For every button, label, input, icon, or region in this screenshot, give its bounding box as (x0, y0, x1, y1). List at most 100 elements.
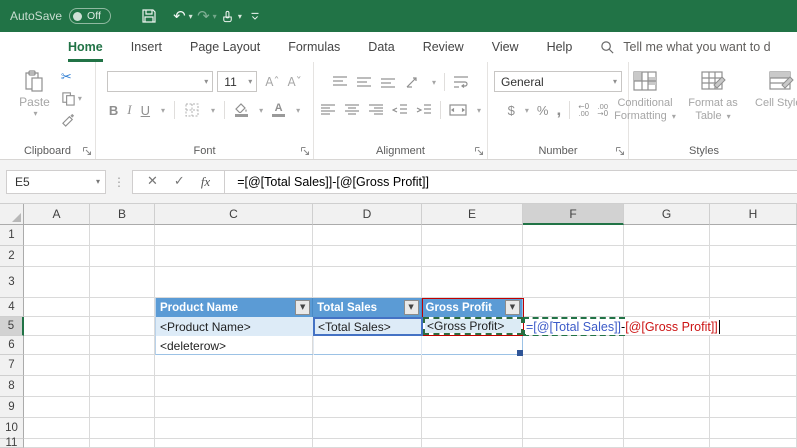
cell-B1[interactable] (90, 225, 155, 246)
cell-G6[interactable] (624, 336, 710, 355)
tab-review[interactable]: Review (423, 32, 464, 62)
increase-decimal-button[interactable]: ←0 .00 (578, 103, 589, 118)
cell-F9[interactable] (523, 397, 624, 418)
cell-A9[interactable] (24, 397, 90, 418)
cell-H9[interactable] (710, 397, 797, 418)
cell-E11[interactable] (422, 439, 523, 448)
table-resize-handle[interactable] (517, 350, 523, 356)
cell-G2[interactable] (624, 246, 710, 267)
cell-A2[interactable] (24, 246, 90, 267)
accounting-format-button[interactable]: $ (508, 103, 515, 118)
filter-button-product-name[interactable]: ▼ (295, 300, 311, 315)
center-button[interactable] (344, 104, 360, 116)
row-header-4[interactable]: 4 (0, 298, 24, 317)
cell-D6[interactable] (313, 336, 422, 355)
tell-me-search[interactable]: Tell me what you want to d (600, 32, 771, 62)
formula-input[interactable]: =[@[Total Sales]]-[@[Gross Profit]] (224, 169, 797, 194)
row-header-2[interactable]: 2 (0, 246, 24, 267)
cell-C6-value[interactable]: <deleterow> (156, 336, 313, 355)
cell-B4[interactable] (90, 298, 155, 317)
accounting-dropdown-icon[interactable]: ▾ (525, 106, 529, 115)
row-header-11[interactable]: 11 (0, 437, 24, 448)
underline-button[interactable]: U (141, 103, 150, 118)
cell-A10[interactable] (24, 418, 90, 439)
row-header-6[interactable]: 6 (0, 336, 24, 355)
clipboard-dialog-launcher-icon[interactable] (82, 146, 92, 156)
middle-align-button[interactable] (356, 76, 372, 88)
cancel-entry-button[interactable]: ✕ (147, 174, 158, 189)
cell-G8[interactable] (624, 376, 710, 397)
column-header-D[interactable]: D (313, 204, 422, 225)
row-header-9[interactable]: 9 (0, 397, 24, 418)
cell-B8[interactable] (90, 376, 155, 397)
format-as-table-button[interactable]: Format as Table ▾ (681, 69, 745, 123)
save-button[interactable] (137, 3, 161, 29)
cell-A1[interactable] (24, 225, 90, 246)
red-reference-cell-E5[interactable]: <Gross Profit> (423, 317, 523, 335)
row-header-10[interactable]: 10 (0, 418, 24, 439)
cell-F6[interactable] (523, 336, 624, 355)
cell-H10[interactable] (710, 418, 797, 439)
cell-F4[interactable] (523, 298, 624, 317)
top-align-button[interactable] (332, 76, 348, 88)
cell-F1[interactable] (523, 225, 624, 246)
cell-E7[interactable] (422, 355, 523, 376)
bold-button[interactable]: B (109, 103, 118, 118)
cell-D1[interactable] (313, 225, 422, 246)
cell-G11[interactable] (624, 439, 710, 448)
tab-page-layout[interactable]: Page Layout (190, 32, 260, 62)
cell-G9[interactable] (624, 397, 710, 418)
cell-A3[interactable] (24, 267, 90, 298)
cell-H7[interactable] (710, 355, 797, 376)
cell-H4[interactable] (710, 298, 797, 317)
column-header-H[interactable]: H (710, 204, 797, 225)
cell-B9[interactable] (90, 397, 155, 418)
undo-button[interactable]: ↶ ▾ (171, 3, 195, 29)
decrease-decimal-button[interactable]: .00 →0 (597, 103, 608, 118)
percent-style-button[interactable]: % (537, 103, 549, 118)
cell-styles-button[interactable]: Cell Styles (749, 69, 797, 123)
column-header-G[interactable]: G (624, 204, 710, 225)
borders-dropdown-icon[interactable]: ▾ (211, 106, 215, 115)
cell-C5-value[interactable]: <Product Name> (156, 317, 314, 336)
cell-D8[interactable] (313, 376, 422, 397)
cell-F11[interactable] (523, 439, 624, 448)
cell-G1[interactable] (624, 225, 710, 246)
cell-C7[interactable] (155, 355, 313, 376)
cell-B2[interactable] (90, 246, 155, 267)
cell-B5[interactable] (90, 317, 155, 336)
cell-D7[interactable] (313, 355, 422, 376)
column-header-A[interactable]: A (24, 204, 90, 225)
cell-H8[interactable] (710, 376, 797, 397)
orientation-button[interactable] (404, 75, 422, 89)
cell-F10[interactable] (523, 418, 624, 439)
autosave-switch[interactable]: Off (69, 8, 111, 24)
name-box-dropdown-icon[interactable]: ▾ (96, 177, 100, 186)
alignment-dialog-launcher-icon[interactable] (474, 146, 484, 156)
cell-A11[interactable] (24, 439, 90, 448)
copy-button[interactable]: ▾ (61, 90, 82, 106)
redo-dropdown-icon[interactable]: ▾ (213, 12, 217, 21)
font-size-dropdown-icon[interactable]: ▾ (248, 77, 252, 86)
cell-B11[interactable] (90, 439, 155, 448)
cell-E6[interactable] (422, 336, 522, 355)
redo-button[interactable]: ↷ ▾ (195, 3, 219, 29)
italic-button[interactable]: I (127, 102, 131, 118)
font-name-combo[interactable]: ▾ (107, 71, 214, 92)
row-header-3[interactable]: 3 (0, 267, 24, 298)
filter-button-total-sales[interactable]: ▼ (403, 300, 419, 315)
increase-indent-button[interactable] (416, 104, 432, 116)
touch-mode-button[interactable]: ▾ (219, 3, 243, 29)
fill-color-dropdown-icon[interactable]: ▾ (259, 106, 263, 115)
row-header-5[interactable]: 5 (0, 317, 24, 336)
font-color-dropdown-icon[interactable]: ▾ (296, 106, 300, 115)
format-as-table-dropdown-icon[interactable]: ▾ (727, 112, 731, 121)
cell-E1[interactable] (422, 225, 523, 246)
tab-help[interactable]: Help (547, 32, 573, 62)
decrease-indent-button[interactable] (391, 104, 408, 116)
cell-H2[interactable] (710, 246, 797, 267)
cell-D11[interactable] (313, 439, 422, 448)
filter-button-gross-profit[interactable]: ▼ (505, 300, 520, 315)
autosave-toggle[interactable]: AutoSave Off (10, 8, 111, 24)
cell-E9[interactable] (422, 397, 523, 418)
